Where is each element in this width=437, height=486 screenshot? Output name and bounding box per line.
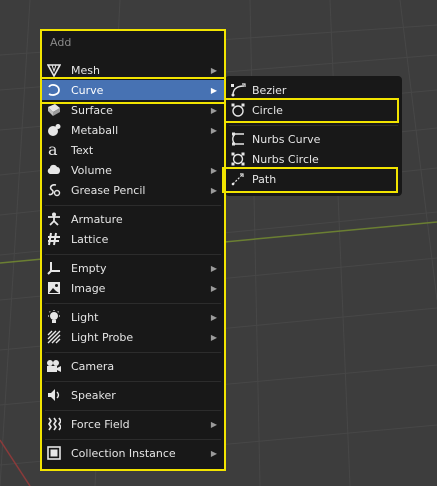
menu-separator	[45, 303, 221, 304]
menu-item-volume[interactable]: Volume ▶	[42, 160, 224, 180]
menu-item-label: Light	[71, 310, 99, 324]
menu-item-label: Camera	[71, 359, 115, 373]
menu-item-armature[interactable]: Armature	[42, 209, 224, 229]
menu-item-speaker[interactable]: Speaker	[42, 385, 224, 405]
bezier-icon	[229, 82, 247, 98]
submenu-arrow-icon: ▶	[210, 185, 217, 195]
path-icon	[229, 171, 247, 187]
submenu-arrow-icon: ▶	[210, 65, 217, 75]
menu-item-label: Grease Pencil	[71, 183, 146, 197]
submenu-item-label: Path	[252, 172, 277, 186]
submenu-item-path[interactable]: Path	[225, 169, 402, 189]
submenu-item-nurbs-curve[interactable]: Nurbs Curve	[225, 129, 402, 149]
menu-item-label: Metaball	[71, 123, 119, 137]
light-probe-icon	[45, 329, 63, 345]
mesh-cone-icon	[45, 62, 63, 78]
bezier-circle-icon	[229, 102, 247, 118]
menu-item-label: Armature	[71, 212, 123, 226]
curve-icon	[45, 82, 63, 98]
nurbs-circle-icon	[229, 151, 247, 167]
submenu-item-label: Nurbs Circle	[252, 152, 319, 166]
camera-icon	[45, 358, 63, 374]
menu-item-light-probe[interactable]: Light Probe ▶	[42, 327, 224, 347]
submenu-arrow-icon: ▶	[210, 125, 217, 135]
grease-pencil-icon	[45, 182, 63, 198]
speaker-icon	[45, 387, 63, 403]
menu-item-empty[interactable]: Empty ▶	[42, 258, 224, 278]
menu-separator	[45, 439, 221, 440]
menu-item-metaball[interactable]: Metaball ▶	[42, 120, 224, 140]
menu-item-label: Speaker	[71, 388, 116, 402]
menu-item-mesh[interactable]: Mesh ▶	[42, 60, 224, 80]
menu-item-label: Collection Instance	[71, 446, 176, 460]
menu-separator	[45, 254, 221, 255]
menu-item-camera[interactable]: Camera	[42, 356, 224, 376]
menu-item-label: Lattice	[71, 232, 109, 246]
menu-item-label: Force Field	[71, 417, 130, 431]
submenu-item-circle[interactable]: Circle	[225, 100, 402, 120]
submenu-arrow-icon: ▶	[210, 263, 217, 273]
metaball-icon	[45, 122, 63, 138]
volume-icon	[45, 162, 63, 178]
menu-item-label: Mesh	[71, 63, 100, 77]
menu-item-text[interactable]: a Text	[42, 140, 224, 160]
empty-axis-icon	[45, 260, 63, 276]
curve-submenu: Bezier Circle Nurbs Curve Nurbs Circle P…	[225, 76, 402, 196]
submenu-arrow-icon: ▶	[210, 312, 217, 322]
armature-icon	[45, 211, 63, 227]
menu-item-label: Curve	[71, 83, 104, 97]
submenu-item-bezier[interactable]: Bezier	[225, 80, 402, 100]
light-bulb-icon	[45, 309, 63, 325]
force-field-icon	[45, 416, 63, 432]
menu-item-label: Empty	[71, 261, 107, 275]
submenu-arrow-icon: ▶	[210, 419, 217, 429]
menu-separator	[45, 410, 221, 411]
submenu-separator	[229, 125, 398, 126]
surface-icon	[45, 102, 63, 118]
submenu-arrow-icon: ▶	[210, 283, 217, 293]
menu-item-label: Image	[71, 281, 106, 295]
menu-separator	[45, 352, 221, 353]
menu-separator	[45, 205, 221, 206]
menu-item-label: Surface	[71, 103, 113, 117]
menu-item-surface[interactable]: Surface ▶	[42, 100, 224, 120]
menu-item-lattice[interactable]: Lattice	[42, 229, 224, 249]
submenu-item-label: Nurbs Curve	[252, 132, 321, 146]
menu-item-label: Volume	[71, 163, 112, 177]
menu-item-collection-instance[interactable]: Collection Instance ▶	[42, 443, 224, 463]
menu-title: Add	[50, 36, 72, 49]
svg-text:a: a	[48, 142, 58, 158]
menu-item-light[interactable]: Light ▶	[42, 307, 224, 327]
submenu-item-label: Circle	[252, 103, 283, 117]
submenu-arrow-icon: ▶	[210, 165, 217, 175]
add-menu: Add Mesh ▶ Curve ▶ Surface ▶ Metaball ▶ …	[41, 30, 225, 470]
submenu-item-label: Bezier	[252, 83, 287, 97]
submenu-arrow-icon: ▶	[210, 448, 217, 458]
menu-item-image[interactable]: Image ▶	[42, 278, 224, 298]
submenu-item-nurbs-circle[interactable]: Nurbs Circle	[225, 149, 402, 169]
lattice-icon	[45, 231, 63, 247]
collection-icon	[45, 445, 63, 461]
menu-item-label: Text	[71, 143, 94, 157]
menu-separator	[45, 381, 221, 382]
nurbs-curve-icon	[229, 131, 247, 147]
menu-item-force-field[interactable]: Force Field ▶	[42, 414, 224, 434]
submenu-arrow-icon: ▶	[210, 105, 217, 115]
text-icon: a	[45, 142, 63, 158]
submenu-arrow-icon: ▶	[210, 85, 217, 95]
submenu-arrow-icon: ▶	[210, 332, 217, 342]
menu-item-grease-pencil[interactable]: Grease Pencil ▶	[42, 180, 224, 200]
menu-item-label: Light Probe	[71, 330, 134, 344]
image-icon	[45, 280, 63, 296]
menu-item-curve[interactable]: Curve ▶	[42, 80, 224, 100]
